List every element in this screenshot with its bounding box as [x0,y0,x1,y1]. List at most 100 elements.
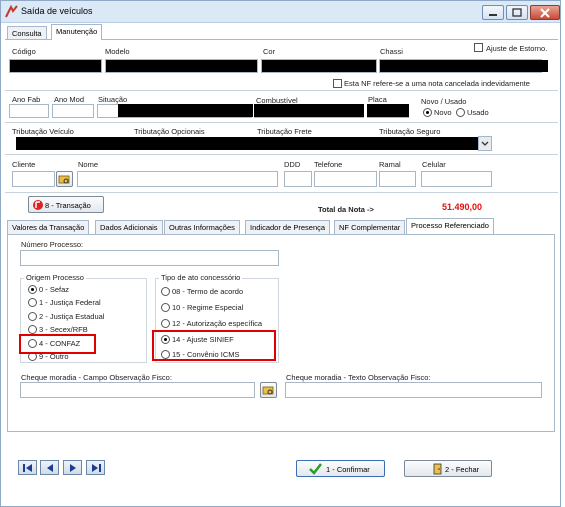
tipo-label-12: 12 - Autorização específica [172,319,263,328]
tab-manutencao[interactable]: Manutenção [51,24,103,40]
celular-field[interactable] [421,171,492,187]
cliente-field[interactable] [12,171,55,187]
cor-redacted [262,60,376,72]
ramal-field[interactable] [379,171,416,187]
folder-search-icon [262,386,274,395]
nf-cancelada-checkbox[interactable] [333,79,342,88]
divider [5,154,558,155]
maximize-icon [512,8,522,17]
novo-radio[interactable] [423,108,432,117]
label-cheque-campo: Cheque moradia - Campo Observação Fisco: [21,373,172,382]
highlight-confaz [19,334,96,354]
first-record-button[interactable] [18,460,37,475]
label-trib-opcionais: Tributação Opcionais [134,127,205,136]
label-trib-seguro: Tributação Seguro [379,127,441,136]
tipo-title: Tipo de ato concessório [159,273,243,282]
origem-label-3: 3 - Secex/RFB [39,325,88,334]
trib-seguro-dropdown[interactable] [478,136,492,151]
label-novo-usado: Novo / Usado [421,97,467,106]
codigo-redacted [10,60,101,72]
label-nome: Nome [78,160,99,169]
ano-fab-field[interactable] [9,104,49,118]
origem-radio-0[interactable] [28,285,37,294]
next-record-button[interactable] [63,460,82,475]
tab-valores-transacao[interactable]: Valores da Transação [7,220,90,234]
confirmar-button[interactable]: 1 - Confirmar [296,460,385,477]
label-trib-veiculo: Tributação Veículo [12,127,74,136]
tab-consulta[interactable]: Consulta [7,26,47,40]
telefone-field[interactable] [314,171,377,187]
chassi-redacted [380,60,548,72]
cliente-search-button[interactable] [56,171,73,187]
transacao-label: 8 - Transação [45,201,91,210]
label-cheque-texto: Cheque moradia - Texto Observação Fisco: [286,373,431,382]
folder-search-icon [58,175,70,184]
door-icon [433,463,442,475]
label-novo: Novo [434,108,452,117]
first-icon [23,464,32,472]
label-ajuste-estorno: Ajuste de Estorno. [486,44,548,53]
check-icon [309,463,322,475]
total-value: 51.490,00 [442,202,483,212]
transacao-button[interactable]: 8 - Transação [28,196,104,213]
close-button[interactable] [530,5,560,20]
divider [5,90,558,91]
last-record-button[interactable] [86,460,105,475]
fechar-button[interactable]: 2 - Fechar [404,460,492,477]
maximize-button[interactable] [506,5,528,20]
origem-label-0: 0 - Sefaz [39,285,70,294]
situacao-redacted [118,104,253,117]
tab-dados-adicionais[interactable]: Dados Adicionais [95,220,163,234]
total-label: Total da Nota -> [318,205,374,214]
tipo-radio-08[interactable] [161,287,170,296]
chevron-down-icon [481,141,489,146]
highlight-tipo [152,330,276,361]
tab-indicador-presenca[interactable]: Indicador de Presença [245,220,331,234]
label-modelo: Modelo [105,47,130,56]
tab-outras-informacoes[interactable]: Outras Informações [164,220,240,234]
label-ano-mod: Ano Mod [54,95,85,104]
window-title: Saída de veículos [21,6,93,16]
tipo-radio-12[interactable] [161,319,170,328]
tab-processo-referenciado[interactable]: Processo Referenciado [406,218,494,234]
origem-title: Origem Processo [24,273,86,282]
tributacao-redacted [16,137,479,150]
ajuste-estorno-checkbox[interactable] [474,43,483,52]
tab-nf-complementar[interactable]: NF Complementar [334,220,406,234]
cheque-search-button[interactable] [260,382,277,398]
origem-label-1: 1 - Justiça Federal [39,298,101,307]
label-ano-fab: Ano Fab [12,95,41,104]
cheque-campo-field[interactable] [20,382,255,398]
fechar-label: 2 - Fechar [445,465,480,474]
origem-radio-2[interactable] [28,312,37,321]
label-cliente: Cliente [12,160,36,169]
next-icon [70,464,76,472]
close-icon [540,8,550,18]
transacao-icon [33,200,43,210]
modelo-redacted [106,60,257,72]
label-ddd: DDD [284,160,301,169]
cheque-texto-field[interactable] [285,382,542,398]
nome-field[interactable] [77,171,278,187]
label-situacao: Situação [98,95,128,104]
combustivel-redacted [254,104,364,117]
title-bar: Saída de veículos [1,1,560,23]
ddd-field[interactable] [284,171,312,187]
origem-radio-3[interactable] [28,325,37,334]
label-chassi: Chassi [380,47,403,56]
prev-icon [47,464,53,472]
minimize-icon [489,14,497,16]
numero-processo-field[interactable] [20,250,279,266]
label-telefone: Telefone [314,160,343,169]
origem-radio-1[interactable] [28,298,37,307]
tipo-radio-10[interactable] [161,303,170,312]
label-placa: Placa [368,95,387,104]
label-trib-frete: Tributação Frete [257,127,312,136]
usado-radio[interactable] [456,108,465,117]
prev-record-button[interactable] [40,460,59,475]
ano-mod-field[interactable] [52,104,94,118]
label-nf-cancelada: Esta NF refere-se a uma nota cancelada i… [344,79,530,88]
minimize-button[interactable] [482,5,504,20]
label-codigo: Código [12,47,36,56]
placa-redacted [367,104,409,117]
